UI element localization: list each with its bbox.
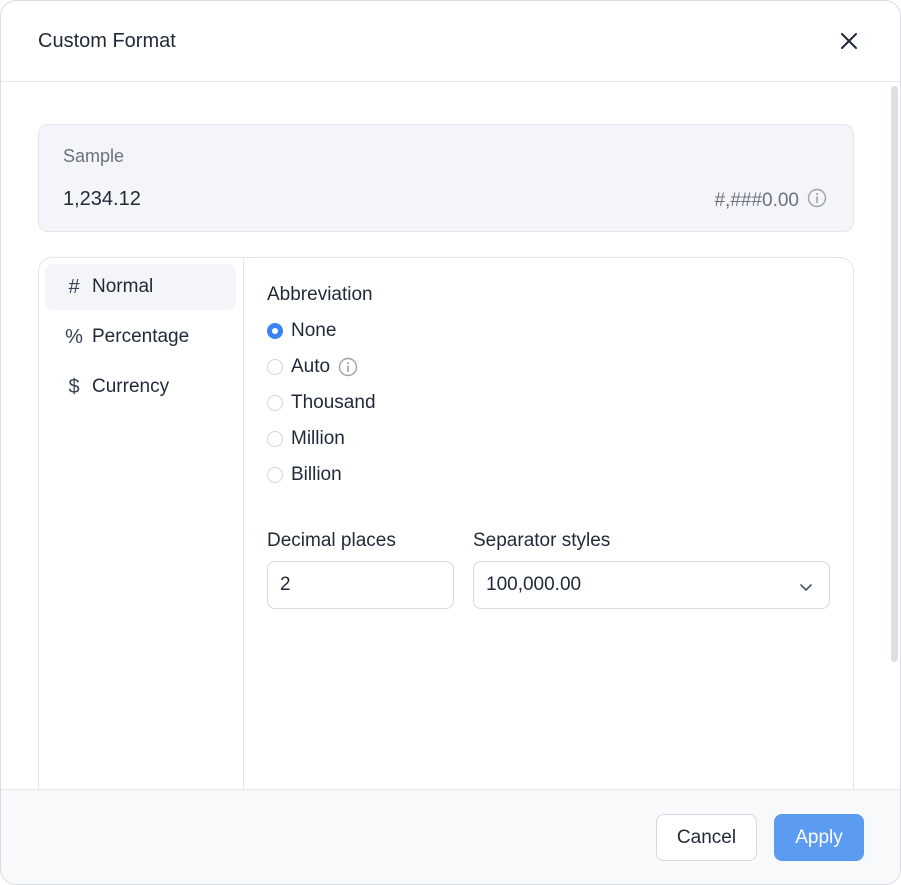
close-icon bbox=[841, 33, 857, 49]
sample-label: Sample bbox=[63, 146, 125, 166]
scrollbar-thumb[interactable] bbox=[891, 86, 898, 662]
percent-icon: % bbox=[65, 325, 83, 348]
chevron-down-icon bbox=[799, 578, 813, 600]
sidebar-item-label: Normal bbox=[92, 276, 154, 297]
sidebar-item-normal[interactable]: # Normal bbox=[45, 264, 236, 310]
info-icon[interactable] bbox=[807, 188, 827, 214]
decimal-places-input[interactable]: 2 bbox=[267, 561, 454, 609]
radio-button[interactable] bbox=[267, 395, 283, 411]
dialog-footer: Cancel Apply bbox=[1, 789, 900, 884]
sample-format: #,###0.00 bbox=[714, 188, 827, 214]
radio-label: Auto bbox=[291, 356, 331, 377]
radio-billion[interactable]: Billion bbox=[267, 462, 342, 488]
custom-format-dialog: Custom Format Sample 1,234.12 #,###0.00 bbox=[0, 0, 901, 885]
radio-button[interactable] bbox=[267, 359, 283, 375]
radio-label: Million bbox=[291, 428, 345, 449]
radio-none[interactable]: None bbox=[267, 318, 336, 344]
dollar-icon: $ bbox=[68, 375, 80, 398]
radio-button-checked[interactable] bbox=[267, 323, 283, 339]
scrollbar[interactable] bbox=[890, 82, 898, 789]
radio-auto[interactable]: Auto bbox=[267, 354, 358, 380]
info-icon[interactable] bbox=[338, 357, 358, 377]
abbreviation-title: Abbreviation bbox=[267, 284, 373, 305]
radio-button[interactable] bbox=[267, 467, 283, 483]
dialog-title: Custom Format bbox=[38, 30, 176, 52]
apply-button[interactable]: Apply bbox=[774, 814, 864, 861]
close-button[interactable] bbox=[835, 27, 863, 55]
sample-panel: Sample 1,234.12 #,###0.00 bbox=[38, 124, 854, 232]
separator-styles-select[interactable]: 100,000.00 bbox=[473, 561, 830, 609]
cancel-button[interactable]: Cancel bbox=[656, 814, 757, 861]
dialog-header: Custom Format bbox=[1, 1, 900, 82]
format-options-panel: # Normal % Percentage $ Currency Abbrevi… bbox=[38, 257, 854, 789]
sidebar-item-label: Currency bbox=[92, 376, 170, 397]
radio-million[interactable]: Million bbox=[267, 426, 345, 452]
decimal-places-label: Decimal places bbox=[267, 530, 396, 551]
sample-value: 1,234.12 bbox=[63, 188, 141, 210]
sidebar-item-label: Percentage bbox=[92, 326, 190, 347]
hash-icon: # bbox=[68, 275, 80, 298]
sidebar-item-percentage[interactable]: % Percentage bbox=[45, 314, 236, 360]
format-pattern: #,###0.00 bbox=[714, 190, 799, 211]
separator-styles-label: Separator styles bbox=[473, 530, 611, 551]
dialog-body: Sample 1,234.12 #,###0.00 # Normal % Per… bbox=[1, 82, 900, 789]
radio-thousand[interactable]: Thousand bbox=[267, 390, 376, 416]
decimal-places-value: 2 bbox=[280, 574, 291, 595]
sidebar-item-currency[interactable]: $ Currency bbox=[45, 364, 236, 410]
radio-button[interactable] bbox=[267, 431, 283, 447]
format-type-sidebar: # Normal % Percentage $ Currency bbox=[39, 258, 244, 789]
format-settings: Abbreviation None Auto Thousand Million … bbox=[244, 258, 853, 789]
radio-label: Billion bbox=[291, 464, 342, 485]
radio-label: Thousand bbox=[291, 392, 376, 413]
radio-label: None bbox=[291, 320, 337, 341]
separator-styles-value: 100,000.00 bbox=[486, 574, 582, 595]
